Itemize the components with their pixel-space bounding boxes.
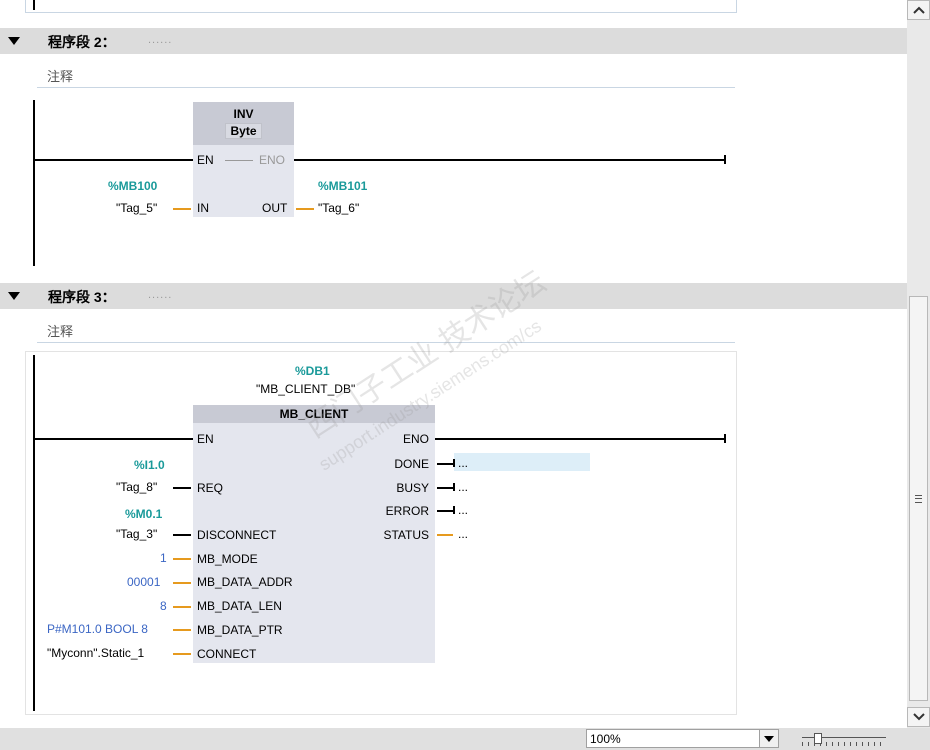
busy-wire <box>437 487 453 489</box>
mb-data-len-value[interactable]: 8 <box>160 599 167 613</box>
segment-2-rung-right <box>294 159 726 161</box>
mb-input-mb-mode: MB_MODE <box>197 552 258 566</box>
mb-output-done: DONE <box>394 457 429 471</box>
zoom-slider[interactable] <box>802 732 886 746</box>
segment-2-rung-left <box>34 159 193 161</box>
segment-2-title-placeholder[interactable]: ...... <box>148 34 172 46</box>
collapse-icon[interactable] <box>8 37 20 45</box>
segment-2-rung-end <box>724 155 726 164</box>
req-tag[interactable]: "Tag_8" <box>116 480 157 494</box>
done-selection-highlight <box>454 453 590 471</box>
status-bar <box>0 728 930 750</box>
zoom-dropdown-button[interactable] <box>759 730 778 747</box>
mb-client-block[interactable]: MB_CLIENT EN ENO REQ DISCONNECT MB_MODE … <box>193 405 435 663</box>
error-wire-end <box>453 506 455 514</box>
segment-2-comment: 注释 <box>47 69 74 84</box>
error-wire <box>437 510 453 512</box>
mb-data-addr-value[interactable]: 00001 <box>127 575 160 589</box>
chevron-up-icon <box>912 6 925 14</box>
segment-2-header[interactable]: 程序段 2： ...... <box>0 28 907 54</box>
done-wire-end <box>453 459 455 467</box>
mb-input-mb-data-ptr: MB_DATA_PTR <box>197 623 283 637</box>
mb-input-disconnect: DISCONNECT <box>197 528 277 542</box>
mb-input-mb-data-len: MB_DATA_LEN <box>197 599 282 613</box>
inv-out-tag[interactable]: "Tag_6" <box>318 201 359 215</box>
scroll-up-button[interactable] <box>907 0 930 20</box>
zoom-value: 100% <box>590 732 621 746</box>
inv-in-pin: IN <box>197 201 209 215</box>
mb-data-ptr-wire <box>173 629 191 631</box>
mb-output-error: ERROR <box>385 504 429 518</box>
segment-2-title: 程序段 2： <box>48 34 116 50</box>
segment-2-power-rail <box>33 100 35 266</box>
scroll-thumb[interactable] <box>909 296 928 701</box>
segment-3-rung-right <box>435 438 726 440</box>
status-wire <box>437 534 453 536</box>
zoom-select[interactable]: 100% <box>586 729 779 748</box>
connect-value[interactable]: "Myconn".Static_1 <box>47 646 144 660</box>
mb-input-req: REQ <box>197 481 224 495</box>
inv-eno-pin: ENO <box>259 153 286 167</box>
segment-3-rung-end <box>724 434 726 443</box>
mb-en-pin: EN <box>197 432 214 446</box>
segment-3-title-placeholder[interactable]: ...... <box>148 289 172 301</box>
mb-output-busy: BUSY <box>396 481 429 495</box>
busy-output-value[interactable]: ... <box>458 480 468 494</box>
inv-en-eno-line <box>225 160 253 161</box>
mb-data-ptr-value[interactable]: P#M101.0 BOOL 8 <box>47 622 148 636</box>
mb-input-connect: CONNECT <box>197 647 257 661</box>
mb-data-len-wire <box>173 606 191 608</box>
disconnect-address[interactable]: %M0.1 <box>125 507 162 521</box>
zoom-slider-handle[interactable] <box>814 733 822 744</box>
segment-3-title: 程序段 3： <box>48 289 116 305</box>
dropdown-arrow-icon <box>764 736 774 742</box>
busy-wire-end <box>453 483 455 491</box>
segment-3-comment-box[interactable]: 注释 <box>37 316 735 343</box>
mb-data-addr-wire <box>173 582 191 584</box>
collapse-icon[interactable] <box>8 292 20 300</box>
inv-in-address[interactable]: %MB100 <box>108 179 157 193</box>
disconnect-tag[interactable]: "Tag_3" <box>116 527 157 541</box>
inv-en-pin: EN <box>197 153 214 167</box>
inv-block-header: INV Byte <box>193 102 294 145</box>
inv-out-address[interactable]: %MB101 <box>318 179 367 193</box>
segment-3-power-rail <box>33 355 35 711</box>
grip-icon <box>915 495 922 503</box>
status-output-value[interactable]: ... <box>458 527 468 541</box>
previous-ladder-area <box>25 0 737 13</box>
done-wire <box>437 463 453 465</box>
segment-3-rung-left <box>34 438 193 440</box>
chevron-down-icon <box>912 713 925 721</box>
inv-out-wire <box>296 208 314 210</box>
mb-eno-pin: ENO <box>402 432 429 446</box>
inv-block[interactable]: INV Byte EN ENO IN OUT <box>193 102 294 217</box>
inv-block-type[interactable]: Byte <box>225 123 262 139</box>
req-wire <box>173 487 191 489</box>
mb-db-address[interactable]: %DB1 <box>295 364 330 378</box>
segment-3-comment: 注释 <box>47 324 74 339</box>
mb-mode-value[interactable]: 1 <box>160 551 167 565</box>
inv-in-tag[interactable]: "Tag_5" <box>116 201 157 215</box>
connect-wire <box>173 653 191 655</box>
mb-output-status: STATUS <box>383 528 429 542</box>
inv-in-wire <box>173 208 191 210</box>
scroll-down-button[interactable] <box>907 707 930 727</box>
inv-block-name: INV <box>233 107 254 121</box>
segment-2-comment-box[interactable]: 注释 <box>37 61 735 88</box>
error-output-value[interactable]: ... <box>458 503 468 517</box>
disconnect-wire <box>173 534 191 536</box>
req-address[interactable]: %I1.0 <box>134 458 165 472</box>
done-output-value[interactable]: ... <box>458 456 468 470</box>
inv-out-pin: OUT <box>262 201 288 215</box>
mb-input-mb-data-addr: MB_DATA_ADDR <box>197 575 293 589</box>
mb-mode-wire <box>173 558 191 560</box>
